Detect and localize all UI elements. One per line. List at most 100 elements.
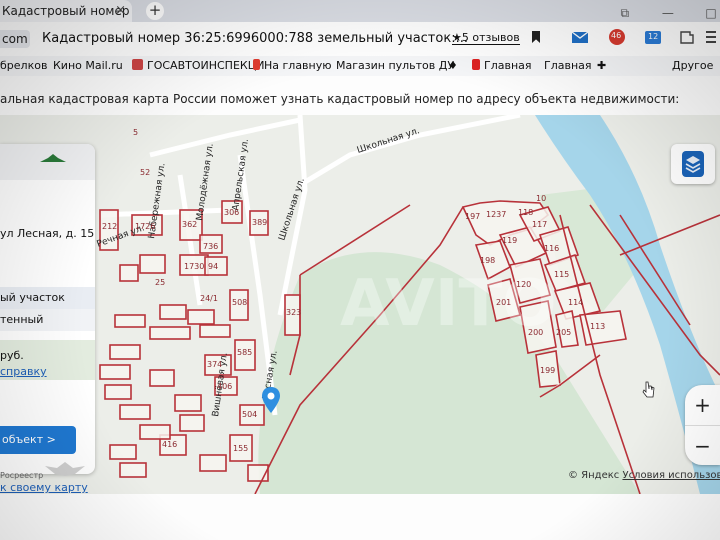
toolbar-icons: ⧉ — □ (596, 2, 720, 20)
parcel-label: 115 (554, 270, 569, 279)
bookmark-item[interactable]: Магазин пультов ДУ (336, 59, 454, 72)
info-panel: ул Лесная, д. 15 ый участок тенный руб. … (0, 144, 95, 480)
parcel-label: 200 (528, 328, 543, 337)
window-icon[interactable]: ⧉ (616, 6, 634, 22)
new-tab-button[interactable]: + (146, 2, 164, 20)
bookmark-favicon-icon[interactable]: ♦ (448, 59, 458, 72)
street-label: Молодёжная ул. (195, 143, 216, 222)
bookmark-item[interactable]: Кино Mail.ru (53, 59, 123, 72)
cadastral-map[interactable]: AVITO Школьная ул. Школьная ул. Набережн… (0, 115, 720, 494)
calendar-icon[interactable]: 12 (644, 28, 662, 46)
footer-link[interactable]: к своему карту (0, 481, 88, 494)
parcel-label: 198 (480, 256, 495, 265)
bookmark-item[interactable]: брелков (0, 59, 47, 72)
bookmark-item[interactable]: На главную (253, 59, 332, 72)
bookmark-favicon-icon[interactable]: ✚ (597, 59, 606, 72)
map-labels: AVITO Школьная ул. Школьная ул. Набережн… (96, 126, 655, 453)
parcel-label: 24/1 (200, 294, 218, 303)
parcel-label: 205 (556, 328, 571, 337)
layers-icon (682, 151, 704, 177)
object-address: ул Лесная, д. 15 (0, 227, 95, 240)
parcel-label: 119 (502, 236, 517, 245)
bookmark-favicon-icon (253, 59, 260, 70)
bookmark-item[interactable]: Главная (544, 59, 592, 72)
site-chip[interactable]: com (0, 30, 30, 48)
parcel-label: 10 (536, 194, 546, 203)
street-label: Школьная ул. (356, 126, 421, 156)
parcel-label: 323 (286, 308, 301, 317)
parcel-label: 52 (140, 168, 150, 177)
bookmarks-bar: брелков Кино Mail.ru ГОСАВТОИНСПЕКЦИ На … (0, 56, 720, 76)
parcel-label: 117 (532, 220, 547, 229)
order-button[interactable]: объект > (0, 426, 76, 454)
hand-cursor-icon (642, 381, 655, 398)
parcel-label: 585 (237, 348, 252, 357)
eagle-emblem-icon (45, 462, 85, 476)
location-pin-icon[interactable] (262, 387, 280, 413)
parcel-label: 1726 (135, 222, 155, 231)
parcel-label: 736 (203, 242, 218, 251)
watermark: AVITO (340, 267, 557, 341)
parcel-label: 197 (465, 212, 480, 221)
land-type-row: ый участок (0, 287, 95, 309)
intro-text: альная кадастровая карта России поможет … (0, 92, 680, 106)
bookmark-favicon-icon (132, 59, 143, 70)
zoom-control: + − (685, 385, 720, 465)
parcel-label: 94 (208, 262, 218, 271)
parcel-label: 116 (544, 244, 559, 253)
tab-strip: Кадастровый номер 36 × + ⧉ — □ (0, 0, 720, 22)
parcel-label: 374 (207, 360, 222, 369)
map-attribution: © Яндекс Условия использования (568, 470, 720, 481)
parcel-label: 212 (102, 222, 117, 231)
extension-badge-icon[interactable]: 46 (608, 28, 626, 46)
terms-link[interactable]: Условия использования (622, 470, 720, 481)
parcel-label: 118 (518, 208, 533, 217)
parcel-label: 362 (182, 220, 197, 229)
layers-button[interactable] (671, 144, 715, 184)
price-text: руб. (0, 349, 24, 362)
parcel-label: 416 (162, 440, 177, 449)
address-row: com Кадастровый номер 36:25:6996000:788 … (0, 22, 720, 56)
tab-title: Кадастровый номер 36 (2, 4, 132, 18)
minimize-icon[interactable]: — (659, 6, 677, 22)
parcel-label: 120 (516, 280, 531, 289)
parcel-label: 1730 (184, 262, 204, 271)
street-label: Апрельская ул. (231, 138, 251, 211)
reviews-link[interactable]: ★5 отзывов (452, 31, 520, 45)
parcel-label: 406 (217, 382, 232, 391)
parcel-label: 199 (540, 366, 555, 375)
parcel-label: 508 (232, 298, 247, 307)
maximize-icon[interactable]: □ (702, 6, 720, 22)
bookmark-item[interactable]: ГОСАВТОИНСПЕКЦИ (132, 59, 264, 72)
bookmark-item[interactable]: Главная (472, 59, 532, 72)
parcel-label: 25 (155, 278, 165, 287)
zoom-out-button[interactable]: − (685, 425, 720, 466)
browser-screen: Кадастровый номер 36 × + ⧉ — □ com Кадас… (0, 0, 720, 540)
page-body: альная кадастровая карта России поможет … (0, 76, 720, 540)
bookmark-more[interactable]: Другое (672, 59, 713, 72)
permitted-use-row: тенный (0, 309, 95, 331)
report-link[interactable]: справку (0, 365, 47, 378)
bookmark-favicon-icon (472, 59, 480, 70)
menu-icon[interactable] (704, 28, 720, 46)
parcel-label: 389 (252, 218, 267, 227)
parcel-label: 5 (133, 128, 138, 137)
street-label: Школьная ул. (277, 177, 307, 242)
panel-header (0, 144, 95, 180)
parcel-label: 306 (224, 208, 239, 217)
tab-close-icon[interactable]: × (115, 0, 126, 22)
mail-icon[interactable] (571, 28, 589, 46)
parcel-label: 1237 (486, 210, 506, 219)
extension-icon[interactable] (678, 28, 696, 46)
bookmark-icon[interactable] (532, 31, 540, 43)
parcel-label: 504 (242, 410, 257, 419)
page-title: Кадастровый номер 36:25:6996000:788 земе… (42, 31, 468, 46)
tab-active[interactable]: Кадастровый номер 36 × (0, 0, 132, 22)
logo-caption: Росреестр (0, 471, 44, 480)
parcel-label: 201 (496, 298, 511, 307)
parcel-label: 113 (590, 322, 605, 331)
zoom-in-button[interactable]: + (685, 385, 720, 425)
parcel-label: 114 (568, 298, 583, 307)
rosreestr-logo-icon (40, 154, 66, 162)
parcel-label: 155 (233, 444, 248, 453)
